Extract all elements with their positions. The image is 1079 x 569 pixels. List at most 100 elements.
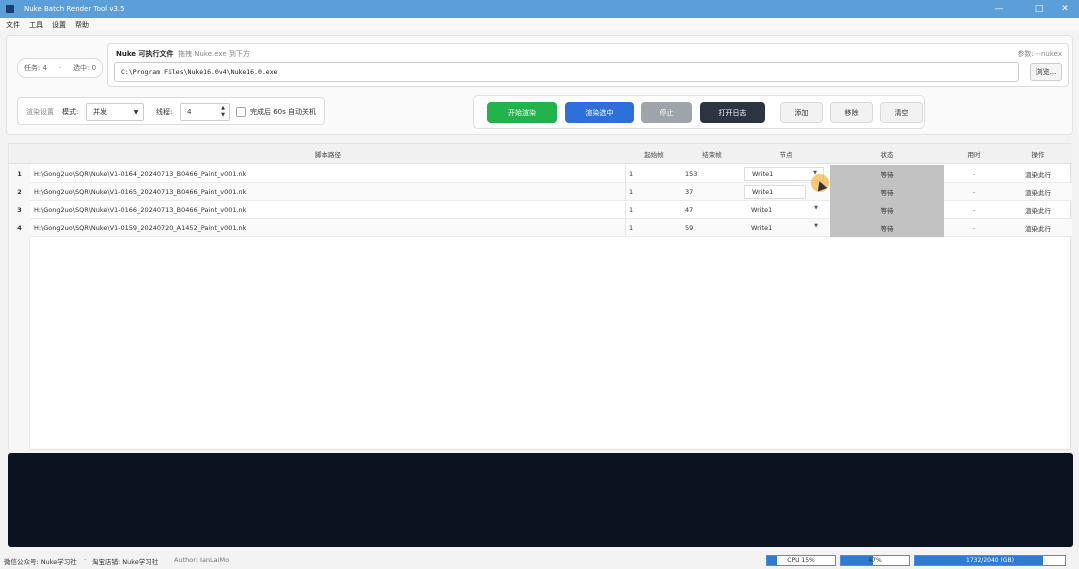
taobao-info: 淘宝店铺: Nuke学习社	[92, 558, 159, 566]
auto-shutdown-label: 完成后 60s 自动关机	[250, 108, 317, 116]
table-row[interactable]: 1 H:\Gong2uo\SQR\Nuke\V1-0164_20240713_B…	[9, 165, 1072, 183]
status-badge: 等待	[830, 219, 944, 237]
threads-label: 线程:	[156, 108, 173, 116]
start-frame-cell[interactable]: 1	[626, 165, 682, 183]
status-badge: 等待	[830, 201, 944, 219]
start-frame-cell[interactable]: 1	[626, 219, 682, 237]
add-button[interactable]: 添加	[780, 102, 823, 123]
exe-path-input[interactable]: C:\Program Files\Nuke16.0v4\Nuke16.0.exe	[114, 62, 1019, 82]
menu-tools[interactable]: 工具	[29, 20, 43, 30]
menu-file[interactable]: 文件	[6, 20, 20, 30]
clear-button[interactable]: 清空	[880, 102, 923, 123]
exe-title: Nuke 可执行文件	[116, 50, 174, 58]
render-row-button[interactable]: 渲染此行	[1004, 183, 1072, 201]
end-frame-cell[interactable]: 47	[682, 201, 742, 219]
start-frame-cell[interactable]: 1	[626, 201, 682, 219]
window-title: Nuke Batch Render Tool v3.5	[24, 5, 125, 13]
close-button[interactable]: ✕	[1049, 0, 1079, 18]
header-end-frame[interactable]: 结束帧	[682, 144, 742, 164]
chevron-down-icon: ▼	[814, 205, 818, 211]
node-value: Write1	[752, 188, 774, 196]
minimize-icon: —	[994, 4, 1004, 14]
script-path-cell[interactable]: H:\Gong2uo\SQR\Nuke\V1-0159_20240720_A14…	[30, 219, 626, 237]
menu-settings[interactable]: 设置	[52, 20, 66, 30]
memory-label: 47%	[868, 557, 882, 564]
cpu-label: CPU 15%	[787, 557, 815, 564]
render-row-button[interactable]: 渲染此行	[1004, 219, 1072, 237]
time-cell: -	[972, 224, 976, 232]
action-buttons: 开始渲染 渲染选中 停止 打开日志 添加 移除 清空	[473, 95, 925, 129]
mode-value: 并发	[93, 108, 107, 116]
exe-hint: 拖拽 Nuke.exe 到下方	[178, 50, 250, 58]
header-action[interactable]: 操作	[1004, 144, 1072, 164]
table-row[interactable]: 4 H:\Gong2uo\SQR\Nuke\V1-0159_20240720_A…	[9, 219, 1072, 237]
status-bar: 微信公众号: Nuke学习社 · 淘宝店铺: Nuke学习社 Author: I…	[0, 551, 1079, 569]
menu-bar: 文件 工具 设置 帮助	[0, 18, 1079, 31]
end-frame-cell[interactable]: 59	[682, 219, 742, 237]
chevron-down-icon[interactable]: ▼	[221, 112, 225, 119]
row-number: 3	[9, 201, 30, 219]
render-selected-button[interactable]: 渲染选中	[565, 102, 634, 123]
row-number: 4	[9, 219, 30, 237]
node-select[interactable]: Write1 ▼	[744, 203, 824, 217]
status-badge: 等待	[830, 165, 944, 183]
render-row-button[interactable]: 渲染此行	[1004, 165, 1072, 183]
task-count: 任务: 4	[23, 64, 47, 72]
task-table: 脚本路径 起始帧 结束帧 节点 状态 用时 操作 1 H:\Gong2uo\SQ…	[8, 143, 1072, 450]
header-status[interactable]: 状态	[830, 144, 944, 164]
disk-label: 1732/2040 (GB)	[966, 557, 1014, 564]
end-frame-cell[interactable]: 153	[682, 165, 742, 183]
row-number: 2	[9, 183, 30, 201]
start-frame-cell[interactable]: 1	[626, 183, 682, 201]
open-log-button[interactable]: 打开日志	[700, 102, 765, 123]
log-console[interactable]	[8, 453, 1073, 547]
chevron-down-icon: ▼	[814, 223, 818, 229]
disk-meter: 1732/2040 (GB)	[914, 555, 1066, 566]
dot-separator: ·	[84, 556, 87, 564]
table-row[interactable]: 2 H:\Gong2uo\SQR\Nuke\V1-0165_20240713_B…	[9, 183, 1072, 201]
time-cell: -	[972, 170, 976, 178]
node-value: Write1	[752, 170, 774, 178]
node-value: Write1	[751, 224, 773, 232]
header-start-frame[interactable]: 起始帧	[626, 144, 682, 164]
auto-shutdown-checkbox[interactable]	[236, 107, 246, 117]
render-row-button[interactable]: 渲染此行	[1004, 201, 1072, 219]
status-badge: 等待	[830, 183, 944, 201]
minimize-button[interactable]: —	[983, 0, 1015, 18]
render-settings-label: 渲染设置	[26, 108, 54, 116]
start-render-button[interactable]: 开始渲染	[487, 102, 557, 123]
chevron-down-icon: ▼	[133, 108, 139, 116]
table-row[interactable]: 3 H:\Gong2uo\SQR\Nuke\V1-0166_20240713_B…	[9, 201, 1072, 219]
exe-section: Nuke 可执行文件 拖拽 Nuke.exe 到下方 参数: --nukex C…	[107, 43, 1069, 87]
header-node[interactable]: 节点	[742, 144, 830, 164]
time-cell: -	[972, 188, 976, 196]
cpu-meter: CPU 15%	[766, 555, 836, 566]
chevron-up-icon[interactable]: ▲	[221, 105, 225, 112]
spin-buttons[interactable]: ▲ ▼	[217, 104, 229, 120]
header-time[interactable]: 用时	[944, 144, 1004, 164]
node-select[interactable]: Write1 ▼	[744, 221, 824, 235]
node-dropdown-option[interactable]: Write1	[744, 185, 806, 199]
dot-separator: ·	[58, 64, 62, 72]
script-path-cell[interactable]: H:\Gong2uo\SQR\Nuke\V1-0166_20240713_B04…	[30, 201, 626, 219]
app-icon	[6, 5, 14, 13]
script-path-cell[interactable]: H:\Gong2uo\SQR\Nuke\V1-0164_20240713_B04…	[30, 165, 626, 183]
header-script-path[interactable]: 脚本路径	[30, 144, 626, 164]
stop-button[interactable]: 停止	[641, 102, 692, 123]
title-bar: Nuke Batch Render Tool v3.5 — □ ✕	[0, 0, 1079, 18]
close-icon: ✕	[1061, 4, 1069, 14]
remove-button[interactable]: 移除	[830, 102, 873, 123]
task-count-box: 任务: 4 · 选中: 0	[17, 58, 103, 78]
wechat-info: 微信公众号: Nuke学习社	[4, 558, 77, 566]
browse-button[interactable]: 浏览...	[1030, 63, 1062, 81]
exe-params: 参数: --nukex	[1017, 50, 1062, 58]
selected-count: 选中: 0	[73, 64, 97, 72]
mode-select[interactable]: 并发 ▼	[86, 103, 144, 121]
threads-spinbox[interactable]: 4 ▲ ▼	[180, 103, 230, 121]
time-cell: -	[972, 206, 976, 214]
end-frame-cell[interactable]: 37	[682, 183, 742, 201]
author-info: Author: IanLaiMo	[174, 556, 230, 564]
menu-help[interactable]: 帮助	[75, 20, 89, 30]
script-path-cell[interactable]: H:\Gong2uo\SQR\Nuke\V1-0165_20240713_B04…	[30, 183, 626, 201]
threads-value: 4	[187, 108, 192, 116]
